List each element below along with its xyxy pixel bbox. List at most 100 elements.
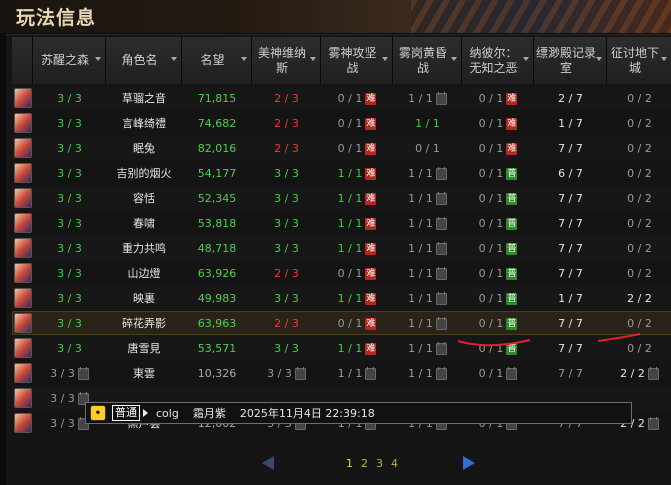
- fame-value: 74,682: [182, 117, 252, 130]
- table-row[interactable]: 3 / 3 草骝之音 71,815 2 / 30 / 1难1 / 10 / 1难2 /…: [12, 86, 671, 110]
- fog-siege-count-value: 0 / 1: [337, 316, 363, 330]
- table-row[interactable]: 3 / 3 吉别的烟火 54,177 3 / 31 / 1难1 / 10 / 1普6 …: [12, 161, 671, 185]
- header-col-0[interactable]: 苏醒之森: [33, 37, 106, 84]
- fame-value: 49,983: [182, 292, 252, 305]
- sort-arrow-icon: [661, 57, 667, 61]
- fame-value: 53,818: [182, 217, 252, 230]
- fog-siege-count-value: 1 / 1: [337, 216, 363, 230]
- hard-badge: 难: [365, 167, 377, 180]
- table-row[interactable]: 3 / 3 唐雪見 53,571 3 / 31 / 1难1 / 10 / 1普7 / …: [12, 336, 671, 360]
- character-name[interactable]: 草骝之音: [106, 90, 182, 106]
- character-name[interactable]: 春啸: [106, 215, 182, 231]
- character-name-value: 春啸: [133, 217, 155, 230]
- record-room-count: 7 / 7: [534, 317, 607, 330]
- subdungeon-count: 0 / 2: [607, 242, 671, 255]
- header-col-7[interactable]: 缥渺殿记录室: [534, 37, 607, 84]
- fog-dusk-count: 1 / 1: [393, 291, 462, 305]
- wake-forest-count: 3 / 3: [33, 292, 106, 305]
- sort-arrow-icon: [310, 57, 316, 61]
- character-name[interactable]: 唐雪見: [106, 340, 182, 356]
- subdungeon-count: 0 / 2: [607, 192, 671, 205]
- record-room-count: 6 / 7: [534, 167, 607, 180]
- normal-badge: 普: [506, 267, 518, 280]
- character-name[interactable]: 言峰绮禮: [106, 115, 182, 131]
- wake-forest-count: 3 / 3: [33, 192, 106, 205]
- header-col-4[interactable]: 雾神攻坚战: [321, 37, 393, 84]
- subdungeon-count: 2 / 2: [607, 292, 671, 305]
- napier-count-value: 0 / 1: [478, 241, 504, 255]
- venus-count: 3 / 3: [252, 342, 321, 355]
- subdungeon-count-value: 0 / 2: [627, 216, 652, 230]
- lock-icon: [435, 266, 447, 280]
- lock-icon: [435, 366, 447, 380]
- venus-count-value: 3 / 3: [274, 241, 299, 255]
- table-row[interactable]: 3 / 3 碎花弄影 63,963 2 / 30 / 1难1 / 10 / 1普7 /…: [12, 311, 671, 335]
- character-name[interactable]: 東雲: [106, 365, 182, 381]
- wake-forest-count-value: 3 / 3: [50, 416, 75, 430]
- record-room-count: 7 / 7: [534, 192, 607, 205]
- avatar: [13, 413, 32, 433]
- table-row[interactable]: 3 / 3 映裏 49,983 3 / 31 / 1难1 / 10 / 1普1 / 7…: [12, 286, 671, 310]
- record-room-count-value: 7 / 7: [558, 191, 583, 205]
- table-row[interactable]: 3 / 3 容恬 52,345 3 / 31 / 1难1 / 10 / 1普7 / 7…: [12, 186, 671, 210]
- record-room-count-value: 1 / 7: [558, 116, 583, 130]
- table-body: 3 / 3 草骝之音 71,815 2 / 30 / 1难1 / 10 / 1难2 /…: [12, 86, 671, 436]
- napier-count: 0 / 1普: [462, 342, 534, 355]
- fame-value-value: 53,818: [197, 216, 237, 230]
- header-col-6[interactable]: 纳彼尔：无知之恶: [462, 37, 534, 84]
- table-row[interactable]: 3 / 3 東雲 10,326 3 / 3 1 / 1 1 / 1 0 / 1 7 / 7 2 …: [12, 361, 671, 385]
- character-name[interactable]: 容恬: [106, 190, 182, 206]
- lock-icon: [294, 366, 306, 380]
- page-link-2[interactable]: 2: [361, 457, 368, 470]
- tooltip-popup: • 普通 colg 霜月紫 2025年11月4日 22:39:18: [85, 402, 632, 424]
- header-label: 征讨地下城: [610, 45, 659, 75]
- next-page-icon[interactable]: [463, 456, 475, 470]
- header-avatar-col: [12, 37, 33, 84]
- wake-forest-count: 3 / 3: [33, 342, 106, 355]
- fame-value-value: 71,815: [197, 91, 237, 105]
- character-name[interactable]: 碎花弄影: [106, 315, 182, 331]
- normal-badge: 普: [506, 292, 518, 305]
- wake-forest-count: 3 / 3: [33, 92, 106, 105]
- fame-value: 71,815: [182, 92, 252, 105]
- table-row[interactable]: 3 / 3 言峰绮禮 74,682 2 / 30 / 1难1 / 10 / 1难1 /…: [12, 111, 671, 135]
- fog-dusk-count-value: 0 / 1: [415, 141, 440, 155]
- lock-icon: [435, 341, 447, 355]
- napier-count: 0 / 1普: [462, 167, 534, 180]
- character-name-value: 山边燈: [127, 267, 161, 280]
- fog-dusk-count-value: 1 / 1: [408, 291, 433, 305]
- character-name[interactable]: 重力共鸣: [106, 240, 182, 256]
- fame-value: 63,963: [182, 317, 252, 330]
- header-col-3[interactable]: 美神维纳斯: [252, 37, 321, 84]
- table-row[interactable]: 3 / 3 眠兔 82,016 2 / 30 / 1难0 / 10 / 1难7 / 7…: [12, 136, 671, 160]
- header-col-2[interactable]: 名望: [182, 37, 252, 84]
- napier-count-value: 0 / 1: [478, 266, 504, 280]
- page-link-1[interactable]: 1: [346, 457, 353, 470]
- character-name[interactable]: 映裏: [106, 290, 182, 306]
- character-name[interactable]: 山边燈: [106, 265, 182, 281]
- header-col-1[interactable]: 角色名: [106, 37, 182, 84]
- venus-count-value: 3 / 3: [267, 366, 292, 380]
- fog-siege-count-value: 0 / 1: [337, 141, 363, 155]
- prev-page-icon[interactable]: [262, 456, 274, 470]
- table-header: 苏醒之森 角色名 名望 美神维纳斯 雾神攻坚战 雾岗黄昏战 纳彼尔：无知之恶 缥…: [12, 37, 671, 84]
- sort-arrow-icon: [171, 57, 177, 61]
- table-row[interactable]: 3 / 3 山边燈 63,926 2 / 30 / 1难1 / 10 / 1普7 / …: [12, 261, 671, 285]
- fog-dusk-count-value: 1 / 1: [408, 166, 433, 180]
- fog-siege-count: 0 / 1难: [321, 117, 393, 130]
- venus-count-value: 2 / 3: [274, 316, 299, 330]
- sort-arrow-icon: [95, 57, 101, 61]
- page-link-4[interactable]: 4: [391, 457, 398, 470]
- character-name[interactable]: 吉别的烟火: [106, 165, 182, 181]
- table-row[interactable]: 3 / 3 春啸 53,818 3 / 31 / 1难1 / 10 / 1普7 / 7…: [12, 211, 671, 235]
- header-col-8[interactable]: 征讨地下城: [607, 37, 671, 84]
- fog-siege-count-value: 1 / 1: [337, 191, 363, 205]
- fog-siege-count: 1 / 1难: [321, 192, 393, 205]
- header-col-5[interactable]: 雾岗黄昏战: [393, 37, 462, 84]
- page-link-3[interactable]: 3: [376, 457, 383, 470]
- napier-count-value: 0 / 1: [478, 216, 504, 230]
- table-row[interactable]: 3 / 3 重力共鸣 48,718 3 / 31 / 1难1 / 10 / 1普7 /…: [12, 236, 671, 260]
- character-name[interactable]: 眠兔: [106, 140, 182, 156]
- venus-count-value: 2 / 3: [274, 116, 299, 130]
- venus-count-value: 3 / 3: [274, 341, 299, 355]
